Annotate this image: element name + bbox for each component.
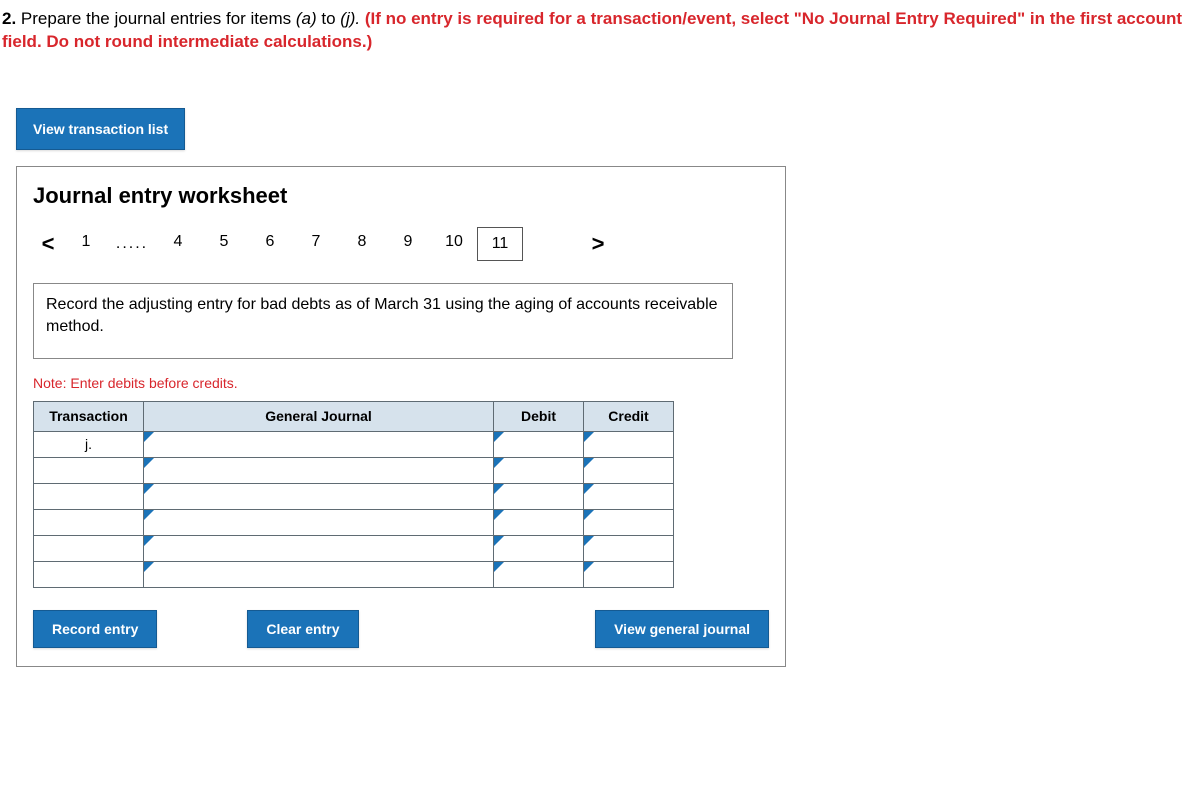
- general-journal-cell[interactable]: [144, 561, 494, 587]
- credit-cell[interactable]: [584, 509, 674, 535]
- dropdown-icon: [584, 484, 594, 494]
- chevron-right-icon: >: [592, 231, 605, 256]
- nav-next-button[interactable]: >: [583, 231, 613, 257]
- page-tab-10[interactable]: 10: [431, 227, 477, 257]
- nav-prev-button[interactable]: <: [33, 231, 63, 257]
- general-journal-cell[interactable]: [144, 483, 494, 509]
- dropdown-icon: [494, 536, 504, 546]
- general-journal-cell[interactable]: [144, 535, 494, 561]
- credit-cell[interactable]: [584, 535, 674, 561]
- page-navigator: < 1.....4567891011 >: [33, 227, 769, 261]
- transaction-description-text: Record the adjusting entry for bad debts…: [46, 296, 718, 335]
- dropdown-icon: [494, 432, 504, 442]
- table-row: [34, 483, 674, 509]
- view-general-journal-label: View general journal: [614, 621, 750, 637]
- page-tab-8[interactable]: 8: [339, 227, 385, 257]
- dropdown-icon: [494, 510, 504, 520]
- table-row: [34, 561, 674, 587]
- credit-cell[interactable]: [584, 483, 674, 509]
- clear-entry-label: Clear entry: [266, 621, 339, 637]
- dropdown-icon: [144, 562, 154, 572]
- dropdown-icon: [494, 458, 504, 468]
- credit-cell[interactable]: [584, 431, 674, 457]
- page-tab-9[interactable]: 9: [385, 227, 431, 257]
- transaction-cell: [34, 457, 144, 483]
- dropdown-icon: [584, 536, 594, 546]
- table-row: j.: [34, 431, 674, 457]
- page-tab-6[interactable]: 6: [247, 227, 293, 257]
- dropdown-icon: [144, 510, 154, 520]
- dropdown-icon: [584, 510, 594, 520]
- record-entry-button[interactable]: Record entry: [33, 610, 157, 648]
- worksheet-title: Journal entry worksheet: [33, 183, 769, 209]
- view-general-journal-button[interactable]: View general journal: [595, 610, 769, 648]
- debit-cell[interactable]: [494, 535, 584, 561]
- page-tab-5[interactable]: 5: [201, 227, 247, 257]
- page-ellipsis: .....: [109, 227, 155, 261]
- transaction-cell: [34, 509, 144, 535]
- dropdown-icon: [584, 432, 594, 442]
- general-journal-cell[interactable]: [144, 431, 494, 457]
- range-j: (j).: [340, 9, 360, 28]
- dropdown-icon: [584, 458, 594, 468]
- journal-entry-table: Transaction General Journal Debit Credit…: [33, 401, 674, 588]
- dropdown-icon: [494, 562, 504, 572]
- header-credit: Credit: [584, 401, 674, 431]
- transaction-description: Record the adjusting entry for bad debts…: [33, 283, 733, 359]
- debit-cell[interactable]: [494, 509, 584, 535]
- journal-worksheet-panel: Journal entry worksheet < 1.....45678910…: [16, 166, 786, 667]
- page-tab-1[interactable]: 1: [63, 227, 109, 257]
- transaction-cell: [34, 535, 144, 561]
- general-journal-cell[interactable]: [144, 457, 494, 483]
- debit-cell[interactable]: [494, 561, 584, 587]
- credit-cell[interactable]: [584, 457, 674, 483]
- general-journal-cell[interactable]: [144, 509, 494, 535]
- debit-cell[interactable]: [494, 457, 584, 483]
- page-tab-7[interactable]: 7: [293, 227, 339, 257]
- table-row: [34, 457, 674, 483]
- transaction-cell: [34, 561, 144, 587]
- record-entry-label: Record entry: [52, 621, 138, 637]
- header-general-journal: General Journal: [144, 401, 494, 431]
- action-button-row: Record entry Clear entry View general jo…: [33, 610, 769, 648]
- transaction-cell: j.: [34, 431, 144, 457]
- view-transaction-list-button[interactable]: View transaction list: [16, 108, 185, 150]
- dropdown-icon: [144, 536, 154, 546]
- table-row: [34, 509, 674, 535]
- dropdown-icon: [494, 484, 504, 494]
- clear-entry-button[interactable]: Clear entry: [247, 610, 358, 648]
- question-instruction: 2. Prepare the journal entries for items…: [0, 0, 1200, 58]
- debit-cell[interactable]: [494, 431, 584, 457]
- page-tab-11[interactable]: 11: [477, 227, 523, 261]
- range-a: (a): [296, 9, 317, 28]
- header-transaction: Transaction: [34, 401, 144, 431]
- question-number: 2.: [2, 9, 16, 28]
- header-debit: Debit: [494, 401, 584, 431]
- dropdown-icon: [584, 562, 594, 572]
- instruction-lead: Prepare the journal entries for items: [16, 9, 296, 28]
- credit-cell[interactable]: [584, 561, 674, 587]
- dropdown-icon: [144, 458, 154, 468]
- table-row: [34, 535, 674, 561]
- page-tab-4[interactable]: 4: [155, 227, 201, 257]
- dropdown-icon: [144, 484, 154, 494]
- view-transaction-list-label: View transaction list: [33, 121, 168, 137]
- debit-cell[interactable]: [494, 483, 584, 509]
- instruction-mid: to: [317, 9, 341, 28]
- dropdown-icon: [144, 432, 154, 442]
- chevron-left-icon: <: [42, 231, 55, 256]
- debits-before-credits-note: Note: Enter debits before credits.: [33, 375, 769, 391]
- transaction-cell: [34, 483, 144, 509]
